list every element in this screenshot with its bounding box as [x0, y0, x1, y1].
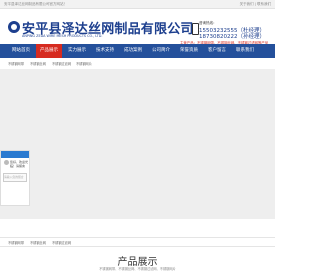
main-nav: 网站首页 产品展示 实力展示 技术支持 成功案例 公司简介 荣誉资质 客户留言 … — [0, 44, 275, 58]
quick-link[interactable]: 不锈钢网带 — [8, 240, 24, 245]
product-category-bar: 不锈钢网带 不锈钢丝网 不锈钢过滤网 不锈钢网片 — [0, 59, 275, 67]
phone-icon — [192, 23, 199, 35]
nav-item-contact[interactable]: 联系我们 — [232, 44, 258, 58]
logo-icon[interactable] — [8, 21, 20, 33]
company-name-en: ANPING ZEDA WIRE MESH PRODUCTS CO., LTD. — [22, 34, 103, 38]
nav-item-about[interactable]: 公司简介 — [148, 44, 174, 58]
chat-greeting: 您好，欢迎光临！请留言 — [10, 160, 29, 168]
nav-item-home[interactable]: 网站首页 — [8, 44, 34, 58]
category-link[interactable]: 不锈钢网片 — [76, 61, 92, 66]
chat-widget-header — [1, 151, 29, 158]
banner-area — [0, 69, 275, 219]
welcome-text: 安平县泽达丝网制品有限公司官方网站！ — [4, 2, 67, 6]
top-links[interactable]: 关于我们 | 联系我们 — [240, 2, 271, 7]
chat-input[interactable]: 请输入您的留言 — [3, 173, 27, 182]
nav-item-tech-support[interactable]: 技术支持 — [92, 44, 118, 58]
quick-link[interactable]: 不锈钢丝网 — [30, 240, 46, 245]
site-header: 安平县泽达丝网制品有限公司 ANPING ZEDA WIRE MESH PROD… — [0, 9, 275, 45]
nav-item-cases[interactable]: 成功案例 — [120, 44, 146, 58]
nav-item-products[interactable]: 产品展示 — [36, 44, 62, 58]
quick-link[interactable]: 不锈钢过滤网 — [52, 240, 71, 245]
nav-item-strength[interactable]: 实力展示 — [64, 44, 90, 58]
category-link[interactable]: 不锈钢过滤网 — [52, 61, 71, 66]
nav-item-messages[interactable]: 客户留言 — [204, 44, 230, 58]
hotline-number-2: 18730820222（孙经理） — [199, 34, 265, 40]
avatar — [4, 160, 9, 165]
section-subtitle: 不锈钢网带、不锈钢丝网、不锈钢过滤网、不锈钢网片 — [99, 267, 176, 271]
category-link[interactable]: 不锈钢丝网 — [30, 61, 46, 66]
nav-item-honors[interactable]: 荣誉资质 — [176, 44, 202, 58]
category-link[interactable]: 不锈钢网带 — [8, 61, 24, 66]
chat-widget[interactable]: 您好，欢迎光临！请留言 请输入您的留言 — [0, 150, 30, 206]
top-info-bar: 安平县泽达丝网制品有限公司官方网站！ 关于我们 | 联系我们 — [0, 0, 275, 9]
quick-links-bar: 不锈钢网带 不锈钢丝网 不锈钢过滤网 — [0, 237, 275, 247]
